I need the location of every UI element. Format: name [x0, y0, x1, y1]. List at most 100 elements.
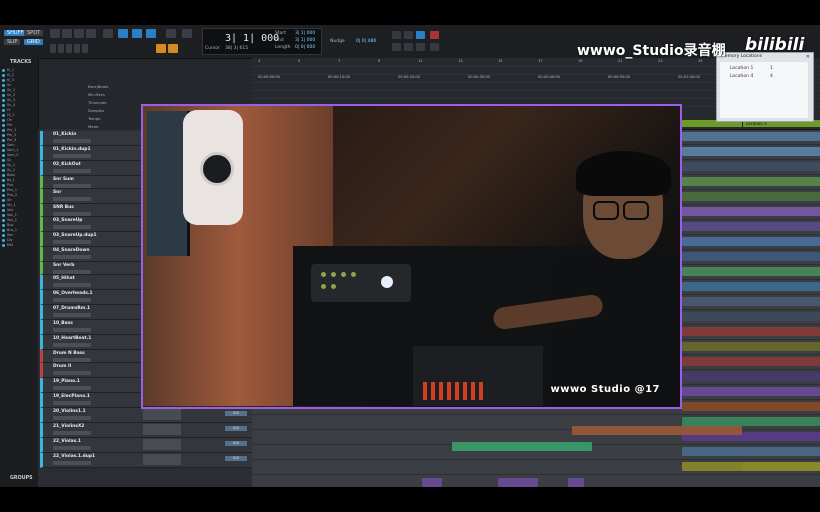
- track-name[interactable]: 22_Violas.1.dup1: [53, 454, 95, 459]
- audio-clip[interactable]: [682, 342, 820, 351]
- tracks-list-item[interactable]: Ki_1: [2, 68, 36, 72]
- track-volume[interactable]: 0.0: [225, 426, 247, 431]
- track-visibility-icon[interactable]: [2, 163, 5, 167]
- tracks-list-item[interactable]: Sn_3: [2, 98, 36, 102]
- track-insert-slots[interactable]: [143, 439, 181, 450]
- track-visibility-icon[interactable]: [2, 128, 5, 132]
- track-name[interactable]: Drum N Bass: [53, 351, 85, 356]
- tracks-list-item[interactable]: Ki_2: [2, 73, 36, 77]
- trim-mode-icon[interactable]: [132, 29, 142, 38]
- play-icon[interactable]: [416, 31, 425, 39]
- audio-clip[interactable]: [498, 478, 538, 487]
- track-name[interactable]: 19_ElecPiano.1: [53, 394, 90, 399]
- memory-locations-list[interactable]: Location 1 1 Location 4 4: [720, 62, 808, 118]
- pencil-tool-icon[interactable]: [166, 29, 176, 38]
- tracks-list-item[interactable]: Mst: [2, 243, 36, 247]
- track-name[interactable]: 21_ViolinsX2: [53, 424, 84, 429]
- track-name[interactable]: 10_Bass: [53, 321, 73, 326]
- track-visibility-icon[interactable]: [2, 188, 5, 192]
- tracks-list-item[interactable]: Vox_2: [2, 218, 36, 222]
- track-visibility-icon[interactable]: [2, 88, 5, 92]
- track-visibility-icon[interactable]: [2, 73, 5, 77]
- grabber-tool-icon[interactable]: [86, 29, 96, 38]
- track-visibility-icon[interactable]: [2, 153, 5, 157]
- tracks-list-item[interactable]: Bus: [2, 223, 36, 227]
- track-visibility-icon[interactable]: [2, 213, 5, 217]
- track-visibility-icon[interactable]: [2, 78, 5, 82]
- link-tool-icon[interactable]: [182, 29, 192, 38]
- track-controls[interactable]: [53, 169, 91, 173]
- tracks-list-item[interactable]: Bus_1: [2, 228, 36, 232]
- track-volume[interactable]: 0.0: [225, 411, 247, 416]
- track-visibility-icon[interactable]: [2, 183, 5, 187]
- track-controls[interactable]: [53, 313, 91, 317]
- trim-tool-icon[interactable]: [62, 29, 72, 38]
- tracks-list-item[interactable]: Vox_1: [2, 213, 36, 217]
- track-visibility-icon[interactable]: [2, 83, 5, 87]
- track-name[interactable]: Snr: [53, 190, 61, 195]
- track-name[interactable]: Drum II: [53, 364, 71, 369]
- tracks-list-item[interactable]: Pno_1: [2, 188, 36, 192]
- loop-icon[interactable]: [392, 43, 401, 51]
- track-controls[interactable]: [53, 255, 91, 259]
- track-name[interactable]: 04_SnareDown: [53, 248, 90, 253]
- audio-clip[interactable]: [682, 372, 820, 381]
- track-visibility-icon[interactable]: [2, 68, 5, 72]
- track-visibility-icon[interactable]: [2, 203, 5, 207]
- snap-icon[interactable]: [156, 44, 166, 53]
- track-visibility-icon[interactable]: [2, 138, 5, 142]
- track-visibility-icon[interactable]: [2, 198, 5, 202]
- tracks-list-item[interactable]: Sn_4: [2, 103, 36, 107]
- audio-clip[interactable]: [682, 327, 820, 336]
- audio-clip[interactable]: [682, 177, 820, 186]
- smart-tool-icon[interactable]: [118, 29, 128, 38]
- select-tool-icon[interactable]: [74, 29, 84, 38]
- mode-spot-button[interactable]: SPOT: [24, 30, 44, 36]
- track-name[interactable]: 07_DrumsRm.1: [53, 306, 90, 311]
- track-controls[interactable]: [53, 446, 91, 450]
- end-value[interactable]: 3| 1| 000: [295, 38, 315, 43]
- track-header[interactable]: 20_Violins1.1 0.0: [40, 408, 253, 423]
- track-visibility-icon[interactable]: [2, 93, 5, 97]
- track-controls[interactable]: [53, 225, 91, 229]
- tracks-list-item[interactable]: Sn_2: [2, 93, 36, 97]
- audio-clip[interactable]: [682, 207, 820, 216]
- tracks-list-item[interactable]: Bass: [2, 173, 36, 177]
- select-mode-icon[interactable]: [146, 29, 156, 38]
- memory-locations-window[interactable]: Memory Locations ✕ Location 1 1 Location…: [716, 52, 814, 122]
- main-counter[interactable]: 3| 1| 000 Cursor 38| 3| 615 Start End Le…: [202, 28, 322, 55]
- track-name[interactable]: 01_Kickin.dup1: [53, 147, 91, 152]
- audio-clip[interactable]: [422, 478, 442, 487]
- tracks-list-item[interactable]: Sy_1: [2, 163, 36, 167]
- tracks-list-item[interactable]: Bs_1: [2, 178, 36, 182]
- tracks-list-item[interactable]: Oh: [2, 118, 36, 122]
- tracks-list-item[interactable]: Sn_1: [2, 88, 36, 92]
- track-header[interactable]: 22_Violas.1.dup1 0.0: [40, 453, 253, 468]
- memory-location-row-label[interactable]: Location 4: [730, 74, 753, 79]
- track-name[interactable]: 10_HeartBeat.1: [53, 336, 91, 341]
- close-icon[interactable]: ✕: [806, 54, 810, 60]
- track-visibility-icon[interactable]: [2, 158, 5, 162]
- track-insert-slots[interactable]: [143, 454, 181, 465]
- zoom-preset-2[interactable]: [58, 44, 64, 53]
- mode-grid-button[interactable]: GRID: [24, 39, 43, 45]
- audio-clip[interactable]: [568, 478, 584, 487]
- track-visibility-icon[interactable]: [2, 218, 5, 222]
- track-name[interactable]: 19_Piano.1: [53, 379, 80, 384]
- track-visibility-icon[interactable]: [2, 108, 5, 112]
- track-name[interactable]: Snr Verb: [53, 263, 74, 268]
- tracks-list-item[interactable]: Sam_1: [2, 148, 36, 152]
- tracks-list-item[interactable]: Dly: [2, 238, 36, 242]
- nudge-value[interactable]: 0| 0| 480: [356, 39, 376, 44]
- track-controls[interactable]: [53, 240, 91, 244]
- audio-clip[interactable]: [682, 282, 820, 291]
- tracks-list-item[interactable]: Sy_2: [2, 168, 36, 172]
- tracks-list-item[interactable]: Per: [2, 123, 36, 127]
- track-controls[interactable]: [53, 270, 91, 274]
- audio-clip[interactable]: [682, 147, 820, 156]
- audio-clip[interactable]: [682, 222, 820, 231]
- track-controls[interactable]: [53, 343, 91, 347]
- tracks-list-item[interactable]: Sn: [2, 83, 36, 87]
- tracks-list-item[interactable]: Sy: [2, 158, 36, 162]
- audio-clip[interactable]: [682, 192, 820, 201]
